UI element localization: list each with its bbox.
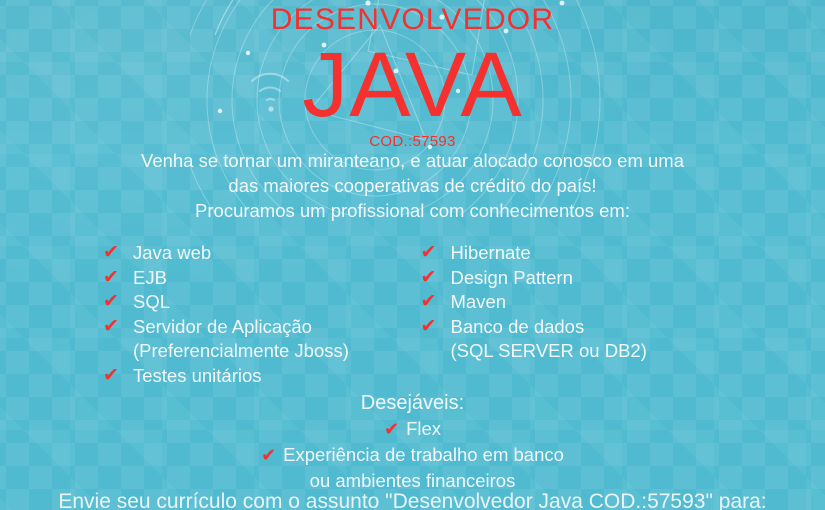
poster-header: DESENVOLVEDOR JAVA COD.:57593 xyxy=(0,0,825,150)
skill-label: Banco de dados xyxy=(450,315,585,337)
footer-call-to-action: Envie seu currículo com o assunto "Desen… xyxy=(58,490,767,510)
skill-label: Java web xyxy=(133,242,212,263)
check-icon: ✔ xyxy=(103,266,119,288)
list-item: ✔ SQL xyxy=(103,290,413,315)
intro-line-3: Procuramos um profissional com conhecime… xyxy=(195,200,630,221)
list-item: ✔ Hibernate xyxy=(421,241,825,266)
desirable-label: Flex xyxy=(406,418,442,439)
skill-sublabel: (Preferencialmente Jboss) xyxy=(133,340,349,362)
check-icon: ✔ xyxy=(420,291,437,313)
skill-label: Maven xyxy=(450,291,507,313)
desirable-item: ✔ Experiência de trabalho em banco xyxy=(0,442,825,468)
list-item: ✔ Design Pattern xyxy=(421,266,825,291)
skills-column-left: ✔ Java web ✔ EJB ✔ SQL ✔ Servidor de Apl… xyxy=(0,241,413,389)
skill-label: Hibernate xyxy=(450,242,531,263)
desirable-heading: Desejáveis: xyxy=(360,392,465,414)
list-item: ✔ Testes unitários xyxy=(103,364,413,389)
skill-label: Servidor de Aplicação xyxy=(133,315,312,337)
skill-label: Testes unitários xyxy=(133,364,262,386)
list-item: ✔ Java web xyxy=(103,241,413,266)
list-item: ✔ Banco de dados xyxy=(421,315,825,340)
desirable-label: Experiência de trabalho em banco xyxy=(283,444,564,465)
kicker-text: DESENVOLVEDOR xyxy=(270,3,555,36)
intro-line-1: Venha se tornar um miranteano, e atuar a… xyxy=(141,150,684,171)
check-icon: ✔ xyxy=(420,266,437,288)
intro-line-2: das maiores cooperativas de crédito do p… xyxy=(228,175,597,196)
job-ad-poster: DESENVOLVEDOR JAVA COD.:57593 Venha se t… xyxy=(0,0,825,510)
intro-paragraph: Venha se tornar um miranteano, e atuar a… xyxy=(0,148,825,223)
check-icon: ✔ xyxy=(103,364,119,386)
skills-column-right: ✔ Hibernate ✔ Design Pattern ✔ Maven ✔ B… xyxy=(413,241,825,389)
page-title: JAVA xyxy=(302,34,523,136)
check-icon: ✔ xyxy=(103,291,119,313)
check-icon: ✔ xyxy=(420,315,437,337)
skill-label: SQL xyxy=(133,291,171,313)
skills-columns: ✔ Java web ✔ EJB ✔ SQL ✔ Servidor de Apl… xyxy=(0,241,825,389)
list-item: ✔ EJB xyxy=(103,266,413,291)
skill-label: Design Pattern xyxy=(450,266,573,288)
check-icon: ✔ xyxy=(103,242,119,263)
check-icon: ✔ xyxy=(383,419,400,439)
check-icon: ✔ xyxy=(420,242,437,263)
desirable-item: ✔ Flex xyxy=(0,416,825,442)
list-item: ✔ Servidor de Aplicação xyxy=(103,315,413,340)
list-item: ✔ Maven xyxy=(421,290,825,315)
check-icon: ✔ xyxy=(261,445,277,465)
skill-sublabel: (SQL SERVER ou DB2) xyxy=(450,340,647,362)
skill-label: EJB xyxy=(133,266,167,288)
desirable-section: Desejáveis: ✔ Flex ✔ Experiência de trabal… xyxy=(0,390,825,493)
check-icon: ✔ xyxy=(103,315,119,337)
